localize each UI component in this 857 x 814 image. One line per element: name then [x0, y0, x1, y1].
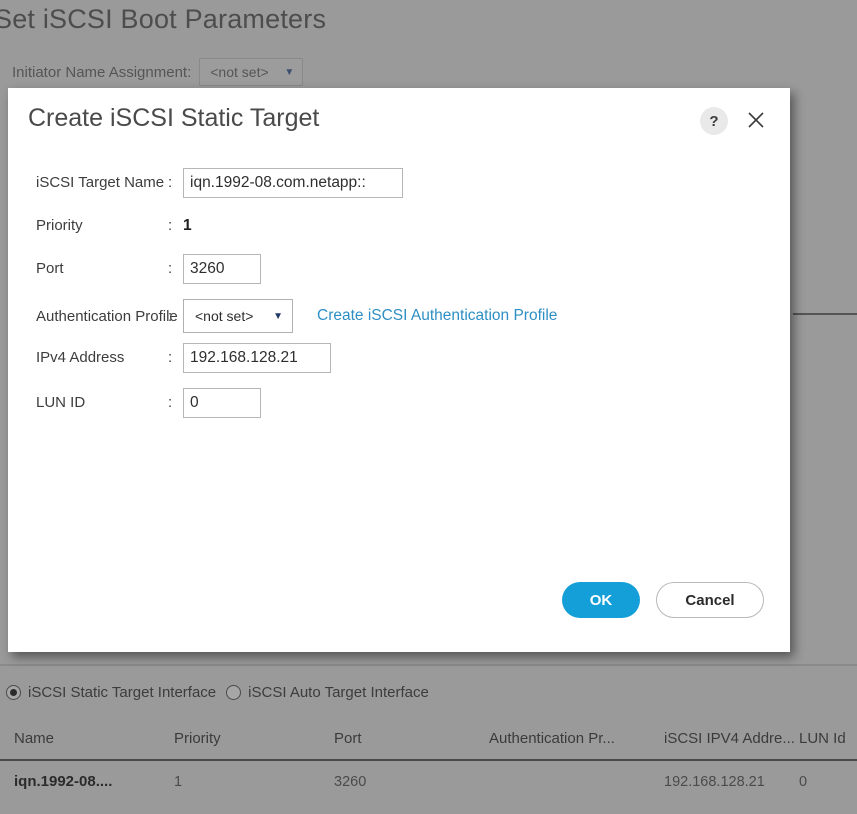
separator-port: :	[168, 260, 183, 277]
initiator-name-assignment-row: Initiator Name Assignment: <not set> ▼	[12, 58, 303, 86]
help-icon-glyph: ?	[709, 113, 718, 130]
separator-lun-id: :	[168, 394, 183, 411]
radio-iscsi-auto-target-interface[interactable]: iSCSI Auto Target Interface	[226, 684, 429, 701]
input-ipv4-address[interactable]: 192.168.128.21	[183, 343, 331, 373]
label-port: Port	[8, 260, 168, 277]
dialog-form: iSCSI Target Name : iqn.1992-08.com.neta…	[8, 152, 790, 421]
select-auth-profile-value: <not set>	[195, 308, 253, 324]
radio-iscsi-static-target-interface[interactable]: iSCSI Static Target Interface	[6, 684, 216, 701]
input-lun-id[interactable]: 0	[183, 388, 261, 418]
label-target-name: iSCSI Target Name	[8, 174, 168, 191]
value-priority: 1	[183, 217, 192, 235]
input-port[interactable]: 3260	[183, 254, 261, 284]
table-row[interactable]: iqn.1992-08.... 1 3260 192.168.128.21 0	[0, 760, 857, 802]
radio-unselected-icon[interactable]	[226, 685, 241, 700]
field-row-auth-profile: Authentication Profile : <not set> ▼ Cre…	[8, 295, 790, 337]
background-divider-right	[793, 313, 857, 315]
chevron-down-icon: ▼	[273, 311, 283, 322]
link-create-auth-profile[interactable]: Create iSCSI Authentication Profile	[317, 307, 557, 325]
radio-label-auto: iSCSI Auto Target Interface	[248, 684, 429, 701]
radio-selected-icon[interactable]	[6, 685, 21, 700]
column-header-port[interactable]: Port	[334, 720, 489, 760]
page-title: Set iSCSI Boot Parameters	[0, 4, 326, 35]
field-row-ipv4-address: IPv4 Address : 192.168.128.21	[8, 339, 790, 376]
field-row-target-name: iSCSI Target Name : iqn.1992-08.com.neta…	[8, 164, 790, 201]
initiator-name-assignment-value: <not set>	[210, 64, 268, 80]
column-header-priority[interactable]: Priority	[174, 720, 334, 760]
field-row-port: Port : 3260	[8, 250, 790, 287]
dialog-header: Create iSCSI Static Target ?	[8, 88, 790, 152]
cell-port: 3260	[334, 760, 489, 802]
iscsi-targets-table: Name Priority Port Authentication Pr... …	[0, 720, 857, 802]
initiator-name-assignment-select[interactable]: <not set> ▼	[199, 58, 303, 86]
table-header-row: Name Priority Port Authentication Pr... …	[0, 720, 857, 760]
cell-name: iqn.1992-08....	[0, 760, 174, 802]
help-icon[interactable]: ?	[700, 107, 728, 135]
separator-priority: :	[168, 217, 183, 234]
background-divider-middle	[0, 664, 857, 666]
label-auth-profile: Authentication Profile	[8, 308, 168, 325]
separator-ipv4-address: :	[168, 349, 183, 366]
chevron-down-icon: ▼	[284, 67, 294, 78]
cancel-button[interactable]: Cancel	[656, 582, 764, 618]
interface-type-radio-group: iSCSI Static Target Interface iSCSI Auto…	[6, 684, 429, 701]
initiator-name-assignment-label: Initiator Name Assignment:	[12, 64, 191, 81]
column-header-lun-id[interactable]: LUN Id	[799, 720, 857, 760]
dialog-footer: OK Cancel	[562, 582, 764, 618]
label-lun-id: LUN ID	[8, 394, 168, 411]
column-header-ipv4[interactable]: iSCSI IPV4 Addre...	[664, 720, 799, 760]
ok-button[interactable]: OK	[562, 582, 640, 618]
separator-target-name: :	[168, 174, 183, 191]
field-row-lun-id: LUN ID : 0	[8, 384, 790, 421]
label-priority: Priority	[8, 217, 168, 234]
create-iscsi-static-target-dialog: Create iSCSI Static Target ? iSCSI Targe…	[8, 88, 790, 652]
close-icon[interactable]	[742, 106, 770, 134]
cell-priority: 1	[174, 760, 334, 802]
dialog-title: Create iSCSI Static Target	[28, 104, 319, 133]
cell-lun-id: 0	[799, 760, 857, 802]
column-header-auth-profile[interactable]: Authentication Pr...	[489, 720, 664, 760]
radio-label-static: iSCSI Static Target Interface	[28, 684, 216, 701]
input-target-name[interactable]: iqn.1992-08.com.netapp::	[183, 168, 403, 198]
column-header-name[interactable]: Name	[0, 720, 174, 760]
cell-ipv4: 192.168.128.21	[664, 760, 799, 802]
separator-auth-profile: :	[168, 308, 183, 325]
cell-auth-profile	[489, 760, 664, 802]
field-row-priority: Priority : 1	[8, 207, 790, 244]
label-ipv4-address: IPv4 Address	[8, 349, 168, 366]
select-auth-profile[interactable]: <not set> ▼	[183, 299, 293, 333]
